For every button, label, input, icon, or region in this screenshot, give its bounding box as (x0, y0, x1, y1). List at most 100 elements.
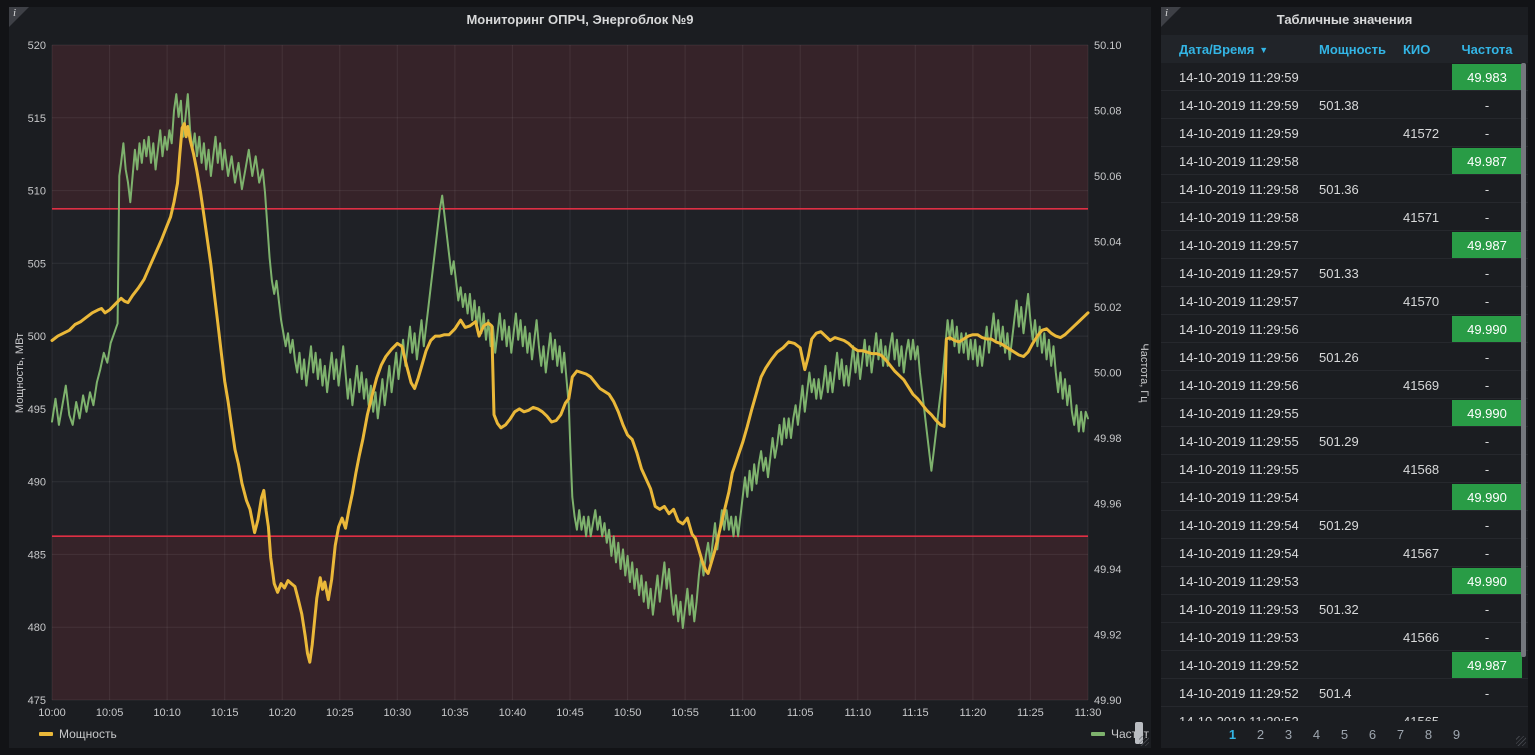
x-tick: 10:10 (153, 707, 181, 719)
cell-kio: 41568 (1395, 462, 1451, 477)
table-panel-title[interactable]: Табличные значения (1161, 7, 1528, 33)
panel-resize-handle[interactable] (1516, 736, 1526, 746)
y-left-tick: 480 (28, 622, 46, 634)
table-pagination: 123456789 (1161, 727, 1528, 742)
table-row: 14-10-2019 11:29:58 41571- (1161, 203, 1528, 231)
cell-kio: 41566 (1395, 630, 1451, 645)
cell-frequency: - (1452, 288, 1522, 314)
time-series-chart[interactable]: 52051551050550049549048548047550.1050.08… (9, 7, 1151, 725)
power-series-color-icon (39, 732, 53, 736)
x-tick: 11:05 (787, 707, 814, 719)
cell-frequency: - (1452, 456, 1522, 482)
chart-panel: i Мониторинг ОПРЧ, Энергоблок №9 5205155… (8, 6, 1152, 749)
cell-datetime: 14-10-2019 11:29:55 (1161, 434, 1311, 449)
pagination-page-8[interactable]: 8 (1415, 727, 1443, 742)
cell-datetime: 14-10-2019 11:29:53 (1161, 630, 1311, 645)
cell-datetime: 14-10-2019 11:29:59 (1161, 70, 1311, 85)
table-scrollbar[interactable] (1521, 63, 1526, 657)
pagination-page-6[interactable]: 6 (1359, 727, 1387, 742)
pagination-page-4[interactable]: 4 (1303, 727, 1331, 742)
x-tick: 10:25 (326, 707, 354, 719)
table-panel: i Табличные значения Дата/Время▼ Мощност… (1160, 6, 1529, 749)
pagination-page-7[interactable]: 7 (1387, 727, 1415, 742)
y-right-tick: 50.06 (1094, 171, 1122, 183)
pagination-page-3[interactable]: 3 (1275, 727, 1303, 742)
x-tick: 10:50 (614, 707, 642, 719)
table-row: 14-10-2019 11:29:5641569- (1161, 371, 1528, 399)
column-header-datetime[interactable]: Дата/Время▼ (1161, 42, 1311, 57)
pagination-page-9[interactable]: 9 (1443, 727, 1471, 742)
cell-frequency: 49.983 (1452, 64, 1522, 90)
x-tick: 11:15 (902, 707, 929, 719)
table-row: 14-10-2019 11:29:54501.29- (1161, 511, 1528, 539)
table-row: 14-10-2019 11:29:5849.987 (1161, 147, 1528, 175)
panel-info-icon[interactable]: i (1161, 7, 1181, 27)
cell-frequency: - (1452, 204, 1522, 230)
column-header-kio[interactable]: КИО (1395, 42, 1451, 57)
y-left-tick: 520 (28, 40, 46, 52)
table-row: 14-10-2019 11:29:5449.990 (1161, 483, 1528, 511)
y-right-tick: 49.96 (1094, 499, 1122, 511)
cell-frequency: - (1452, 120, 1522, 146)
legend-item-power[interactable]: Мощность (39, 724, 117, 744)
cell-power: 501.38 (1311, 98, 1395, 113)
x-tick: 11:20 (960, 707, 987, 719)
cell-datetime: 14-10-2019 11:29:53 (1161, 574, 1311, 589)
dashboard: i Мониторинг ОПРЧ, Энергоблок №9 5205155… (0, 0, 1535, 755)
table-row: 14-10-2019 11:29:53501.32- (1161, 595, 1528, 623)
table-row: 14-10-2019 11:29:5541568- (1161, 455, 1528, 483)
pagination-page-5[interactable]: 5 (1331, 727, 1359, 742)
y-right-tick: 49.92 (1094, 630, 1122, 642)
column-header-freq[interactable]: Частота (1451, 42, 1523, 57)
x-tick: 11:25 (1017, 707, 1044, 719)
y-right-tick: 49.98 (1094, 433, 1122, 445)
y-right-tick: 50.04 (1094, 237, 1122, 249)
pagination-page-1[interactable]: 1 (1219, 727, 1247, 742)
y-right-tick: 49.94 (1094, 564, 1122, 576)
y-left-axis-title: Мощность, МВт (14, 333, 26, 413)
cell-kio: 41571 (1395, 210, 1451, 225)
cell-frequency: 49.987 (1452, 232, 1522, 258)
table-row: 14-10-2019 11:29:58501.36- (1161, 175, 1528, 203)
cell-frequency: - (1452, 680, 1522, 706)
cell-frequency: - (1452, 624, 1522, 650)
table-row: 14-10-2019 11:29:59 49.983 (1161, 63, 1528, 91)
x-tick: 10:55 (671, 707, 699, 719)
x-tick: 10:30 (384, 707, 412, 719)
info-icon: i (13, 7, 16, 19)
cell-datetime: 14-10-2019 11:29:52 (1161, 658, 1311, 673)
pagination-page-2[interactable]: 2 (1247, 727, 1275, 742)
cell-power: 501.4 (1311, 686, 1395, 701)
table-row: 14-10-2019 11:29:56 49.990 (1161, 315, 1528, 343)
panel-resize-handle[interactable] (1139, 736, 1149, 746)
table-header-row: Дата/Время▼ Мощность КИО Частота (1161, 35, 1528, 63)
table-row: 14-10-2019 11:29:55501.29- (1161, 427, 1528, 455)
x-tick: 10:40 (499, 707, 527, 719)
cell-kio: 41570 (1395, 294, 1451, 309)
table-row: 14-10-2019 11:29:5349.990 (1161, 567, 1528, 595)
x-tick: 10:35 (441, 707, 469, 719)
y-left-tick: 475 (28, 695, 46, 707)
cell-datetime: 14-10-2019 11:29:57 (1161, 266, 1311, 281)
cell-frequency: 49.990 (1452, 316, 1522, 342)
cell-datetime: 14-10-2019 11:29:58 (1161, 210, 1311, 225)
y-left-tick: 490 (28, 477, 46, 489)
table-row: 14-10-2019 11:29:5549.990 (1161, 399, 1528, 427)
x-tick: 10:45 (556, 707, 584, 719)
y-left-tick: 485 (28, 549, 46, 561)
column-header-power[interactable]: Мощность (1311, 42, 1395, 57)
panel-info-icon[interactable]: i (9, 7, 29, 27)
x-tick: 10:05 (96, 707, 124, 719)
table-row: 14-10-2019 11:29:5749.987 (1161, 231, 1528, 259)
table-row: 14-10-2019 11:29:52501.4- (1161, 679, 1528, 707)
cell-frequency: - (1452, 512, 1522, 538)
cell-frequency: - (1452, 708, 1522, 721)
table-row: 14-10-2019 11:29:5241565- (1161, 707, 1528, 721)
y-right-axis-title: Частота, Гц (1138, 343, 1150, 403)
cell-datetime: 14-10-2019 11:29:56 (1161, 322, 1311, 337)
cell-datetime: 14-10-2019 11:29:56 (1161, 350, 1311, 365)
table-row: 14-10-2019 11:29:5249.987 (1161, 651, 1528, 679)
y-right-tick: 50.08 (1094, 106, 1122, 118)
cell-datetime: 14-10-2019 11:29:54 (1161, 546, 1311, 561)
frequency-series-color-icon (1091, 732, 1105, 736)
